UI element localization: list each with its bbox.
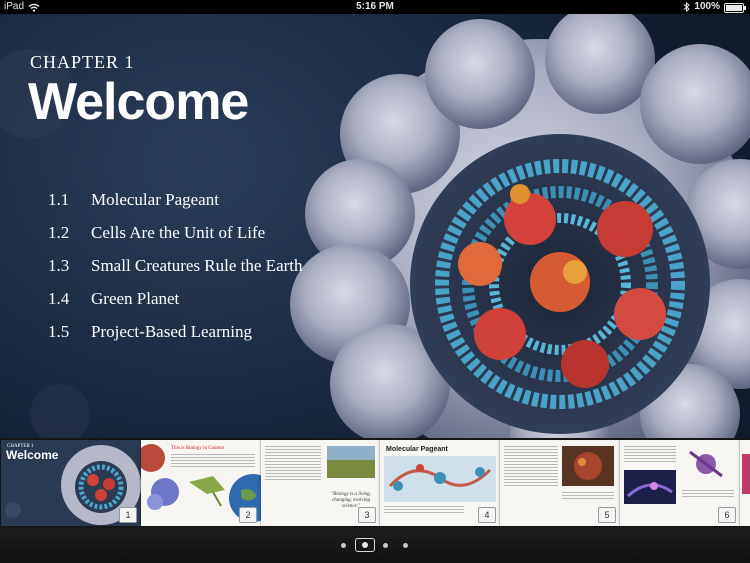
page-dot-3[interactable] [383, 543, 388, 548]
page-3-text [265, 446, 321, 482]
page-thumbnail-7[interactable] [740, 440, 750, 526]
page-6-caption [682, 490, 734, 499]
page-7-image [742, 454, 750, 494]
page-6-text [624, 446, 676, 464]
page-5-text [504, 446, 558, 488]
toc-item-1-2[interactable]: 1.2 Cells Are the Unit of Life [48, 223, 303, 256]
page-dot-4[interactable] [403, 543, 408, 548]
chapter-title: Welcome [28, 73, 249, 131]
page-dot-1[interactable] [341, 543, 346, 548]
page-thumbnail-strip[interactable]: CHAPTER 1 Welcome 1 This is Biology in C… [0, 438, 750, 528]
battery-icon [724, 3, 746, 13]
chapter-label: CHAPTER 1 [30, 52, 135, 72]
page-number-badge: 4 [478, 507, 496, 523]
page-3-photo [327, 446, 375, 478]
page-6-molecule [689, 450, 723, 478]
page-number-badge: 3 [358, 507, 376, 523]
page-thumbnail-3[interactable]: "Biology is a living, changing, evolving… [261, 440, 380, 526]
page-thumbnail-2[interactable]: This is Biology in Context 2 [141, 440, 261, 526]
toc-title: Green Planet [91, 289, 180, 308]
table-of-contents: 1.1 Molecular Pageant 1.2 Cells Are the … [48, 190, 303, 355]
cover-title: Welcome [6, 448, 59, 462]
toc-item-1-4[interactable]: 1.4 Green Planet [48, 289, 303, 322]
page-thumbnail-4[interactable]: Molecular Pageant 4 [380, 440, 500, 526]
toc-title: Cells Are the Unit of Life [91, 223, 266, 242]
toc-title: Small Creatures Rule the Earth [91, 256, 303, 275]
active-dot-icon [362, 542, 368, 548]
battery-fill [726, 5, 742, 11]
clock: 5:16 PM [356, 1, 394, 12]
toc-item-1-3[interactable]: 1.3 Small Creatures Rule the Earth [48, 256, 303, 289]
page-6-image [624, 470, 676, 504]
page-thumbnail-5[interactable]: 5 [500, 440, 620, 526]
toc-title: Molecular Pageant [91, 190, 219, 209]
toc-number: 1.1 [48, 190, 70, 209]
page-4-heading: Molecular Pageant [386, 446, 448, 453]
page-thumbnail-6[interactable]: 6 [620, 440, 740, 526]
page-5-image [562, 446, 614, 486]
page-4-text [384, 506, 464, 515]
page-dot-2-active[interactable] [355, 538, 375, 552]
page-number-badge: 5 [598, 507, 616, 523]
page-2-text [171, 454, 255, 469]
status-bar: iPad 5:16 PM 100% [0, 0, 750, 14]
toc-number: 1.2 [48, 223, 70, 242]
page-2-heading: This is Biology in Context [171, 446, 225, 451]
page-number-badge: 2 [239, 507, 257, 523]
page-thumbnail-1[interactable]: CHAPTER 1 Welcome 1 [1, 440, 141, 526]
page-indicator-bar [0, 528, 750, 563]
toc-number: 1.4 [48, 289, 70, 308]
page-5-caption [562, 492, 614, 501]
battery-percent: 100% [694, 1, 720, 12]
bluetooth-icon [684, 2, 691, 12]
chapter-hero: CHAPTER 1 Welcome 1.1 Molecular Pageant … [0, 14, 750, 438]
toc-number: 1.5 [48, 322, 70, 341]
toc-number: 1.3 [48, 256, 70, 275]
toc-item-1-5[interactable]: 1.5 Project-Based Learning [48, 322, 303, 355]
toc-item-1-1[interactable]: 1.1 Molecular Pageant [48, 190, 303, 223]
page-number-badge: 1 [119, 507, 137, 523]
page-number-badge: 6 [718, 507, 736, 523]
toc-title: Project-Based Learning [91, 322, 252, 341]
page-4-diagram [384, 456, 496, 502]
